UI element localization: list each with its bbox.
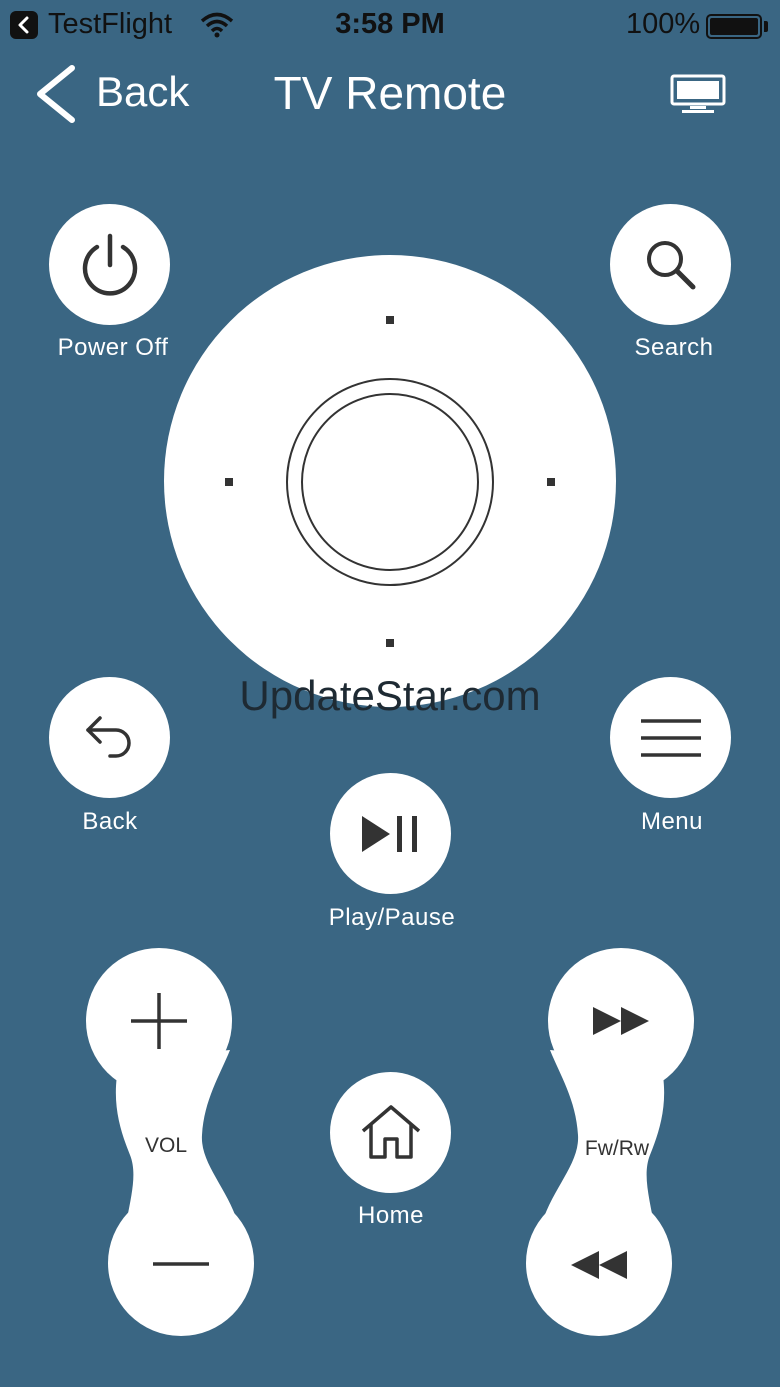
- dpad-right-indicator[interactable]: [547, 478, 555, 486]
- search-icon: [646, 240, 695, 289]
- search-button[interactable]: [610, 204, 731, 325]
- back-button[interactable]: [49, 677, 170, 798]
- dpad-down-indicator[interactable]: [386, 639, 394, 647]
- tv-icon[interactable]: [670, 74, 726, 119]
- page-title: TV Remote: [273, 67, 507, 119]
- battery-icon: [706, 14, 762, 39]
- undo-arrow-icon: [85, 715, 131, 758]
- fast-forward-icon: [593, 1007, 649, 1035]
- status-bar: TestFlight 3:58 PM 100%: [0, 0, 780, 54]
- power-icon: [82, 233, 137, 296]
- dpad-up-indicator[interactable]: [386, 316, 394, 324]
- search-label: Search: [634, 334, 714, 361]
- menu-button[interactable]: [610, 677, 731, 798]
- play-pause-button[interactable]: [330, 773, 451, 894]
- volume-label: VOL: [144, 1134, 188, 1157]
- power-button[interactable]: [49, 204, 170, 325]
- dpad-left-indicator[interactable]: [225, 478, 233, 486]
- home-label: Home: [357, 1202, 425, 1229]
- back-label: Back: [82, 808, 138, 835]
- fast-forward-button[interactable]: [548, 948, 694, 1094]
- play-pause-icon: [361, 815, 417, 852]
- menu-label: Menu: [640, 808, 704, 835]
- play-pause-label: Play/Pause: [328, 904, 456, 931]
- rewind-icon: [571, 1251, 627, 1279]
- home-button[interactable]: [330, 1072, 451, 1193]
- power-label: Power Off: [57, 334, 169, 361]
- volume-down-button[interactable]: [108, 1190, 254, 1336]
- volume-up-button[interactable]: [86, 948, 232, 1094]
- minus-icon: [153, 1262, 209, 1266]
- home-icon: [361, 1104, 420, 1159]
- ok-button[interactable]: [301, 393, 479, 571]
- plus-icon: [131, 993, 187, 1049]
- battery-percent: 100%: [626, 8, 701, 40]
- hamburger-menu-icon: [640, 718, 701, 757]
- rewind-button[interactable]: [526, 1190, 672, 1336]
- fw-rw-label: Fw/Rw: [584, 1137, 650, 1160]
